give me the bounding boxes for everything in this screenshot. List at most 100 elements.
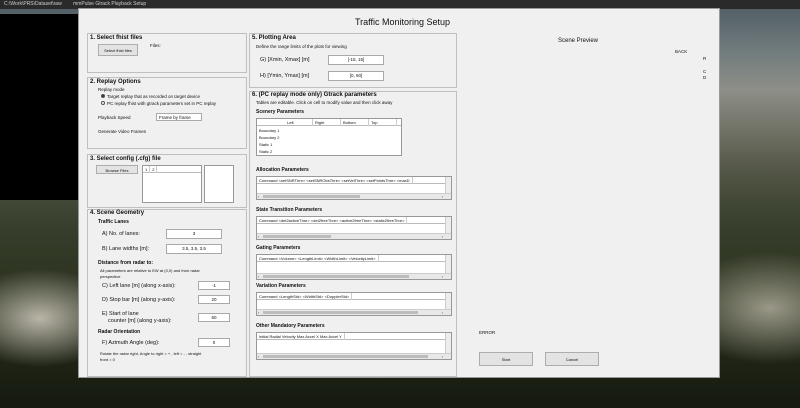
gating-heading: Gating Parameters (256, 245, 301, 251)
allocation-cols: Command <setSNRThre> <setSNRObsThre> <se… (257, 177, 413, 184)
scenery-heading: Scenery Parameters (256, 109, 305, 115)
other-mandatory-table[interactable]: Initial Radial Velocity Max Accel X Max … (256, 332, 452, 360)
error-label: ERROR (479, 330, 496, 335)
scenery-table[interactable]: Left Right Bottom Top Boundary 1 Boundary 2… (256, 118, 402, 156)
azimuth-note-1: Rotate the radar right, Angle to right =… (100, 351, 202, 356)
files-label: Files: (150, 43, 161, 48)
scenery-col-top: Top (369, 119, 397, 126)
generate-video-label[interactable]: Generate Video Frames (98, 129, 146, 134)
plot-limits-note: Define the range limits of the plots for… (256, 44, 347, 49)
playback-speed-label: Playback Speed (98, 115, 131, 120)
section-1: 1. Select fhist files Select fhist files… (87, 33, 247, 73)
state-transition-heading: State Transition Parameters (256, 207, 323, 213)
start-lane-input[interactable]: 60 (198, 313, 230, 322)
allocation-hscroll[interactable]: ‹ › (257, 193, 451, 199)
stop-bar-label: D) Stop bar [m] (along y-axis): (102, 297, 176, 303)
section-2-title: 2. Replay Options (90, 79, 141, 85)
state-hscroll[interactable]: ‹ › (257, 233, 451, 239)
config-col-2: 2 (150, 166, 158, 173)
section-1-title: 1. Select fhist files (90, 35, 143, 41)
allocation-heading: Allocation Parameters (256, 167, 309, 173)
start-button[interactable]: Start (479, 352, 533, 366)
other-vscroll[interactable] (445, 333, 451, 353)
left-lane-label: C) Left lane [m] (along x-axis): (102, 283, 176, 289)
variation-vscroll[interactable] (445, 293, 451, 309)
distance-note-1: All parameters are relative to EW at (0,… (100, 268, 200, 273)
distance-heading: Distance from radar to: (98, 260, 154, 266)
state-transition-table[interactable]: Command <det2activeThre> <det2freeThre> … (256, 216, 452, 240)
section-5-title: 5. Plotting Area (252, 35, 296, 41)
side-char-1: R (703, 56, 707, 61)
radio-pc[interactable] (101, 101, 105, 105)
gating-cols: Command <Volume> <LengthLimit> <WidthLim… (257, 255, 379, 262)
section-3: 3. Select config (.cfg) file Browse File… (87, 154, 247, 208)
radio-target[interactable] (101, 94, 105, 98)
radio-target-label: Target replay that as recorded on target… (107, 94, 201, 99)
app-window: Traffic Monitoring Setup 1. Select fhist… (78, 8, 720, 378)
distance-note-2: perspective (100, 274, 121, 279)
allocation-vscroll[interactable] (445, 177, 451, 193)
radio-pc-label: PC replay fhist with gtrack parameters s… (107, 101, 217, 106)
state-cols: Command <det2activeThre> <det2freeThre> … (257, 217, 408, 224)
left-lane-input[interactable]: -1 (198, 281, 230, 290)
side-char-2: C (703, 69, 707, 74)
browse-files-button[interactable]: Browse Files (96, 165, 138, 174)
config-list[interactable]: 12 (142, 165, 202, 203)
window-title: Traffic Monitoring Setup (355, 17, 451, 27)
no-lanes-input[interactable]: 3 (166, 229, 222, 239)
start-lane-label-2: counter [m] (along y-axis): (108, 318, 172, 324)
back-label[interactable]: BACK (675, 49, 687, 54)
config-col-1: 1 (143, 166, 151, 173)
playback-speed-select[interactable]: Frame by frame (156, 113, 202, 121)
gating-vscroll[interactable] (445, 255, 451, 273)
no-lanes-label: A) No. of lanes: (102, 231, 140, 237)
replay-mode-label: Replay mode (98, 87, 125, 92)
ylim-input[interactable]: [0, 60] (328, 71, 384, 81)
azimuth-label: F) Azimuth Angle (deg): (102, 340, 160, 346)
variation-table[interactable]: Command <LengthStd> <WidthStd> <DopplerS… (256, 292, 452, 316)
config-list-2[interactable] (204, 165, 234, 203)
gating-hscroll[interactable]: ‹ › (257, 273, 451, 279)
ylim-label: H) [Ymin, Ymax] [m] (260, 73, 310, 79)
section-6-note: Tables are editable. Click on cell to mo… (256, 100, 393, 105)
scenery-col-left: Left (285, 119, 313, 126)
lane-widths-input[interactable]: 3.5, 3.5, 3.5 (166, 244, 222, 254)
section-3-title: 3. Select config (.cfg) file (90, 156, 161, 162)
state-vscroll[interactable] (445, 217, 451, 233)
section-6-title: 6. (PC replay mode only) Gtrack paramete… (252, 92, 377, 98)
variation-hscroll[interactable]: ‹ › (257, 309, 451, 315)
lane-widths-label: B) Lane widths [m]: (102, 246, 150, 252)
radar-orientation-heading: Radar Orientation (98, 329, 141, 335)
side-char-3: D (703, 75, 707, 80)
title-1: C:\Work\PRS\Dataset\raw (4, 1, 62, 7)
azimuth-input[interactable]: 0 (198, 338, 230, 347)
select-files-button[interactable]: Select fhist files (98, 44, 138, 56)
gating-table[interactable]: Command <Volume> <LengthLimit> <WidthLim… (256, 254, 452, 280)
other-hscroll[interactable]: ‹ › (257, 353, 451, 359)
section-4: 4. Scene Geometry Traffic Lanes A) No. o… (87, 209, 247, 377)
stop-bar-input[interactable]: 20 (198, 295, 230, 304)
section-6: 6. (PC replay mode only) Gtrack paramete… (249, 91, 457, 377)
scenery-col-bottom: Bottom (341, 119, 369, 126)
variation-cols: Command <LengthStd> <WidthStd> <DopplerS… (257, 293, 353, 300)
scenery-row: Static 1 (259, 142, 273, 147)
title-2: mmPulse Gtrack Playback Setup (73, 1, 147, 7)
variation-heading: Variation Parameters (256, 283, 306, 289)
azimuth-note-2: front = 0 (100, 357, 115, 362)
scene-preview-label: Scene Preview (558, 38, 599, 44)
scenery-row: Boundary 1 (259, 128, 280, 133)
other-cols: Initial Radial Velocity Max Accel X Max … (257, 333, 345, 340)
cancel-button[interactable]: Cancel (545, 352, 599, 366)
xlim-label: G) [Xmin, Xmax] [m] (260, 57, 310, 63)
xlim-input[interactable]: [-15, 15] (328, 55, 384, 65)
black-panel (0, 14, 79, 200)
section-4-title: 4. Scene Geometry (90, 210, 145, 216)
start-lane-label: E) Start of lane (102, 311, 139, 317)
traffic-lanes-heading: Traffic Lanes (98, 219, 129, 225)
section-2: 2. Replay Options Replay mode Target rep… (87, 77, 247, 149)
other-mandatory-heading: Other Mandatory Parameters (256, 323, 325, 329)
section-5: 5. Plotting Area Define the range limits… (249, 33, 457, 88)
scenery-row: Static 2 (259, 149, 273, 154)
scenery-col-right: Right (313, 119, 341, 126)
allocation-table[interactable]: Command <setSNRThre> <setSNRObsThre> <se… (256, 176, 452, 200)
